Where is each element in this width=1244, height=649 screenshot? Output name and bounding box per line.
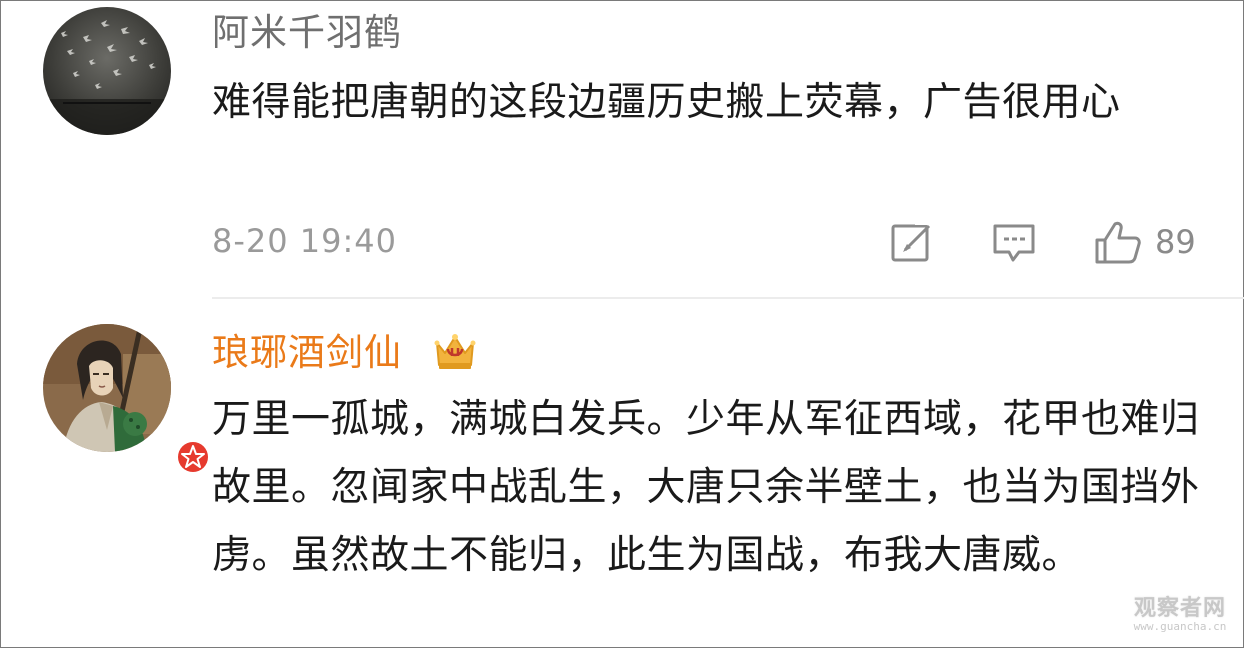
swordsman-portrait-avatar-icon[interactable] xyxy=(43,324,211,475)
comment-button[interactable] xyxy=(991,220,1037,264)
repost-button[interactable] xyxy=(889,219,936,264)
like-count: 89 xyxy=(1155,223,1196,261)
red-verified-star-badge-icon xyxy=(173,437,213,477)
watermark: 观察者网 www.guancha.cn xyxy=(1125,597,1235,633)
repost-icon xyxy=(891,219,936,262)
timestamp: 8-20 19:40 xyxy=(212,222,398,260)
gold-crown-icon[interactable] xyxy=(433,329,477,373)
comment-bubble-icon xyxy=(993,224,1035,262)
like-button[interactable]: 89 xyxy=(1093,220,1213,264)
watermark-url: www.guancha.cn xyxy=(1133,620,1227,633)
watermark-title: 观察者网 xyxy=(1133,596,1226,621)
comment-list: 阿米千羽鹤 难得能把唐朝的这段边疆历史搬上荧幕，广告很用心 8-20 19:40 xyxy=(0,0,1244,648)
comment-item: 琅琊酒剑仙 万里一孤城，满城白发兵。少年从军征西域，花甲也难归故里。忽闻家中战乱… xyxy=(1,299,1244,649)
username[interactable]: 阿米千羽鹤 xyxy=(212,11,402,55)
thumbs-up-icon xyxy=(1095,221,1141,264)
comment-text: 难得能把唐朝的这段边疆历史搬上荧幕，广告很用心 xyxy=(212,80,1121,125)
comment-text: 万里一孤城，满城白发兵。少年从军征西域，花甲也难归故里。忽闻家中战乱生，大唐只余… xyxy=(212,397,1200,578)
username[interactable]: 琅琊酒剑仙 xyxy=(212,331,402,375)
comment-item: 阿米千羽鹤 难得能把唐朝的这段边疆历史搬上荧幕，广告很用心 8-20 19:40 xyxy=(1,1,1244,299)
flying-cranes-avatar-icon[interactable] xyxy=(43,7,171,135)
